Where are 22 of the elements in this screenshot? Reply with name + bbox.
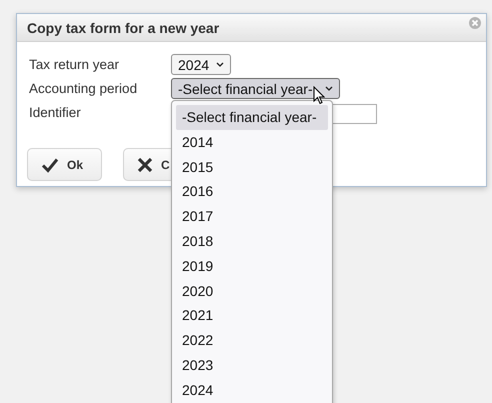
field-label: Tax return year: [29, 57, 120, 72]
dropdown-option[interactable]: 2019: [176, 254, 328, 279]
dropdown-option[interactable]: -Select financial year-: [176, 105, 328, 130]
dropdown-option[interactable]: 2020: [176, 278, 328, 304]
chevron-down-icon: [324, 86, 333, 91]
dropdown-option[interactable]: 2022: [176, 328, 328, 353]
close-icon[interactable]: [469, 17, 481, 29]
dropdown-option[interactable]: 2023: [176, 352, 328, 378]
dropdown-option[interactable]: 2016: [176, 179, 328, 204]
select-dropdown[interactable]: 2024: [171, 54, 232, 75]
chevron-down-icon: [216, 62, 224, 67]
dialog-title: Copy tax form for a new year: [27, 20, 220, 36]
field-label: Identifier: [29, 105, 82, 120]
field-label: Accounting period: [29, 81, 138, 96]
select-dropdown[interactable]: -Select financial year-: [171, 78, 340, 99]
dropdown-option[interactable]: 2021: [176, 303, 328, 328]
dialog-button[interactable]: Ok: [27, 148, 102, 181]
close-icon: [137, 156, 153, 172]
dropdown-option[interactable]: 2018: [176, 228, 328, 254]
checkmark-icon: [41, 156, 59, 172]
dropdown-option[interactable]: 2024: [176, 378, 328, 403]
dropdown-option[interactable]: 2017: [176, 204, 328, 229]
